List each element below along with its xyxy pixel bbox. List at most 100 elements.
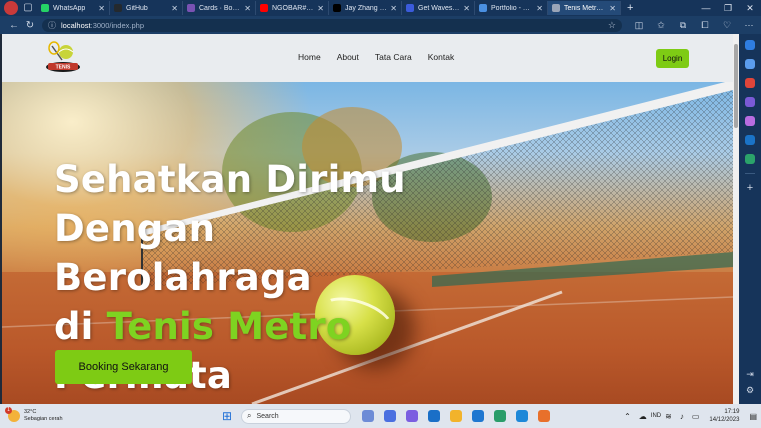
new-tab-button[interactable]: + <box>621 2 639 14</box>
tools-icon[interactable] <box>745 97 755 107</box>
browser-tab[interactable]: WhatsApp ✕ <box>37 1 110 15</box>
url-path: :3000/index.php <box>90 20 144 30</box>
close-window-icon[interactable]: ✕ <box>739 3 761 14</box>
youtube-icon <box>260 4 268 12</box>
drop-icon[interactable] <box>745 154 755 164</box>
mail-icon[interactable] <box>472 410 484 422</box>
browser-tab[interactable]: NGOBAR#27 - ...✕ <box>256 1 329 15</box>
browser-tab-active[interactable]: Tenis Metro Per...✕ <box>548 1 621 15</box>
tab-label: Jay Zhang (@j... <box>345 4 387 12</box>
workspaces-icon[interactable]: ▢ <box>21 1 35 15</box>
weather-desc: Sebagian cerah <box>24 416 63 422</box>
search-icon: ⌕ <box>247 411 252 420</box>
settings-gear-icon[interactable]: ⚙ <box>746 382 754 398</box>
close-tab-icon[interactable]: ✕ <box>244 4 251 13</box>
clock-time: 17:19 <box>724 409 740 415</box>
tab-label: Tenis Metro Per... <box>564 4 606 12</box>
page-scrollbar[interactable] <box>733 34 739 404</box>
clock[interactable]: 17:19 14/12/2023 <box>709 408 739 424</box>
scrollbar-thumb[interactable] <box>734 44 738 128</box>
more-menu-icon[interactable]: ⋯ <box>738 20 760 31</box>
nav-tata-cara-link[interactable]: Tata Cara <box>375 52 412 62</box>
sun-icon: 1 <box>5 407 20 422</box>
profile-avatar[interactable] <box>4 1 18 15</box>
edge-browser-icon[interactable] <box>494 410 506 422</box>
tab-label: GitHub <box>126 4 148 12</box>
favorites-icon[interactable]: ✩ <box>650 20 672 31</box>
browser-tab[interactable]: Jay Zhang (@j...✕ <box>329 1 402 15</box>
tab-label: Portfolio - Yahy... <box>491 4 533 12</box>
nav-about-link[interactable]: About <box>337 52 359 62</box>
widgets-icon[interactable] <box>384 410 396 422</box>
login-button[interactable]: Login <box>656 49 689 68</box>
search-icon[interactable] <box>745 59 755 69</box>
booking-button[interactable]: Booking Sekarang <box>55 350 192 384</box>
windows-start-icon[interactable]: ⊞ <box>222 409 235 423</box>
task-view-icon[interactable] <box>362 410 374 422</box>
address-bar[interactable]: ⓘ localhost:3000/index.php ☆ <box>42 18 622 32</box>
nav-kontak-link[interactable]: Kontak <box>428 52 454 62</box>
store-icon[interactable] <box>428 410 440 422</box>
extensions-icon[interactable]: ⧠ <box>694 20 716 31</box>
search-placeholder: Search <box>256 412 279 420</box>
teams-icon[interactable] <box>406 410 418 422</box>
site-navbar: TENIS Home About Tata Cara Kontak Login <box>2 34 733 82</box>
weather-widget[interactable]: 1 32°C Sebagian cerah <box>5 407 88 423</box>
hide-sidebar-icon[interactable]: ⇥ <box>746 366 754 382</box>
browser-tab[interactable]: Cards · Bootstrap✕ <box>183 1 256 15</box>
file-explorer-icon[interactable] <box>450 410 462 422</box>
collections-icon[interactable]: ⧉ <box>672 20 694 31</box>
add-sidebar-app-icon[interactable]: + <box>747 183 753 194</box>
shopping-icon[interactable] <box>745 78 755 88</box>
close-tab-icon[interactable]: ✕ <box>171 4 178 13</box>
taskbar-search[interactable]: ⌕ Search <box>241 408 351 424</box>
browser-tab[interactable]: Get Waves – Cr...✕ <box>402 1 475 15</box>
tenis-logo[interactable]: TENIS <box>44 40 82 76</box>
site-info-icon[interactable]: ⓘ <box>48 20 56 31</box>
nav-home-link[interactable]: Home <box>298 52 321 62</box>
restore-icon[interactable]: ❐ <box>717 3 739 14</box>
close-tab-icon[interactable]: ✕ <box>609 4 616 13</box>
language-indicator[interactable]: IND <box>651 413 661 419</box>
games-icon[interactable] <box>745 116 755 126</box>
cloud-icon[interactable]: ☁ <box>639 412 647 421</box>
waves-icon <box>406 4 414 12</box>
github-icon <box>114 4 122 12</box>
volume-icon[interactable]: ♪ <box>680 412 684 421</box>
vscode-icon[interactable] <box>516 410 528 422</box>
battery-icon[interactable]: ▭ <box>692 412 700 421</box>
sidebar-bottom-tools: ⇥ ⚙ <box>746 366 754 398</box>
chevron-up-icon[interactable]: ⌃ <box>624 412 631 421</box>
close-tab-icon[interactable]: ✕ <box>98 4 105 13</box>
back-icon[interactable]: ← <box>6 20 22 31</box>
edge-sidebar: + ⇥ ⚙ <box>739 34 761 404</box>
close-tab-icon[interactable]: ✕ <box>390 4 397 13</box>
close-tab-icon[interactable]: ✕ <box>317 4 324 13</box>
tab-label: WhatsApp <box>53 4 86 12</box>
whatsapp-icon <box>41 4 49 12</box>
nav-links: Home About Tata Cara Kontak <box>298 52 470 62</box>
weather-temp: 32°C <box>24 409 37 415</box>
split-screen-icon[interactable]: ◫ <box>628 20 650 31</box>
close-tab-icon[interactable]: ✕ <box>536 4 543 13</box>
refresh-icon[interactable]: ↻ <box>22 20 38 31</box>
xampp-icon[interactable] <box>538 410 550 422</box>
browser-tab[interactable]: GitHub ✕ <box>110 1 183 15</box>
browser-tab[interactable]: Portfolio - Yahy...✕ <box>475 1 548 15</box>
tab-label: Cards · Bootstrap <box>199 4 241 12</box>
tab-label: Get Waves – Cr... <box>418 4 460 12</box>
wifi-icon[interactable]: ≋ <box>665 412 672 421</box>
outlook-icon[interactable] <box>745 135 755 145</box>
address-bar-row: ← ↻ ⓘ localhost:3000/index.php ☆ ◫ ✩ ⧉ ⧠… <box>0 16 761 34</box>
heart-icon[interactable]: ♡ <box>716 20 738 31</box>
browser-tab-bar: ▢ WhatsApp✕ GitHub✕ Cards · Bootstrap✕ N… <box>0 0 761 16</box>
x-social-icon <box>333 4 341 12</box>
copilot-icon[interactable] <box>745 40 755 50</box>
notifications-icon[interactable]: ▤ <box>749 412 757 421</box>
minimize-icon[interactable]: — <box>695 3 717 14</box>
favorite-star-icon[interactable]: ☆ <box>608 20 616 31</box>
url-host: localhost <box>61 20 91 30</box>
bootstrap-icon <box>187 4 195 12</box>
close-tab-icon[interactable]: ✕ <box>463 4 470 13</box>
hero-line-1: Sehatkan Dirimu <box>54 158 406 201</box>
